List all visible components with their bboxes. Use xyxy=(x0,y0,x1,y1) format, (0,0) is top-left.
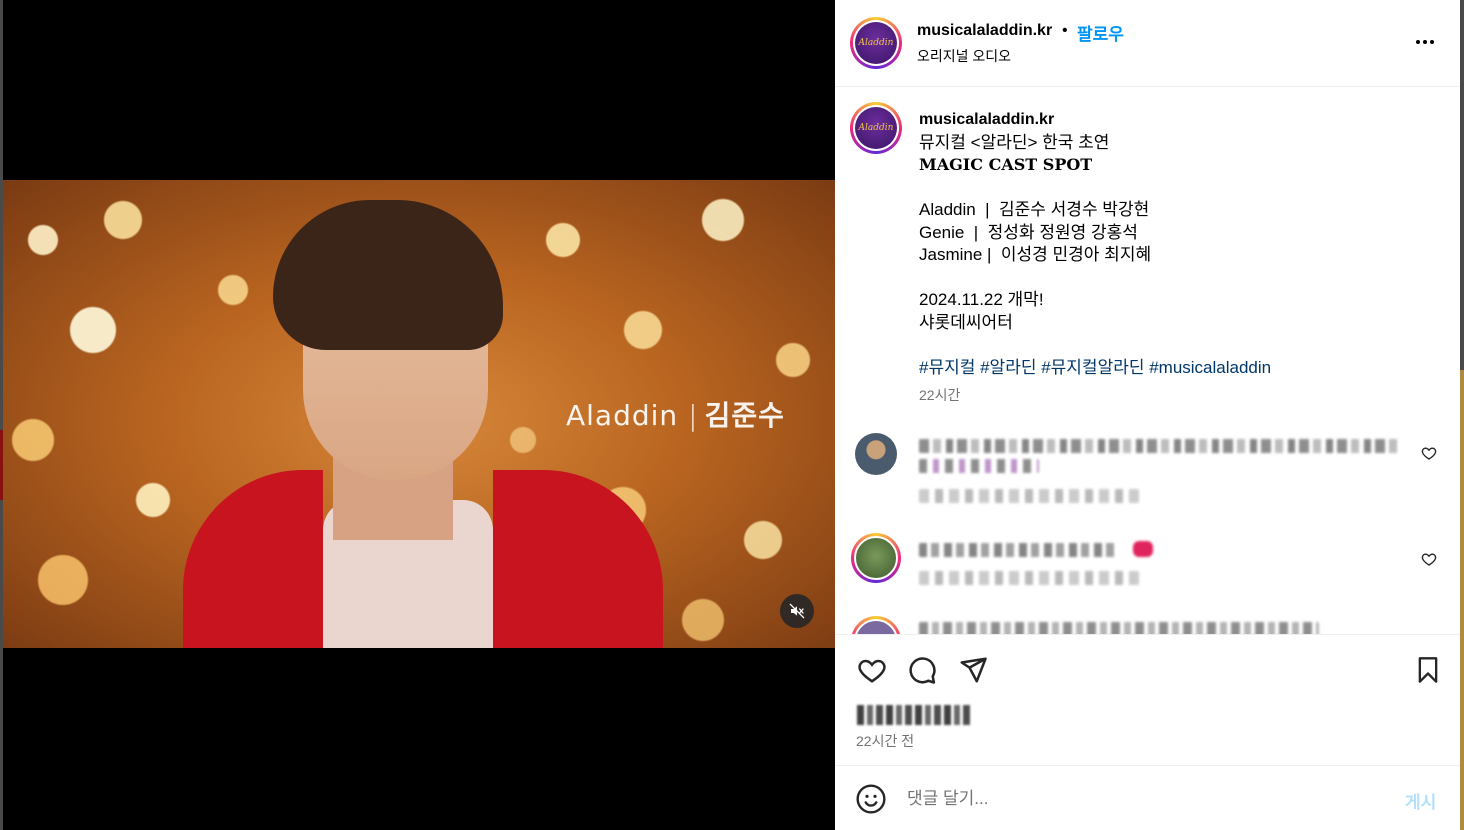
add-comment-bar: 게시 xyxy=(835,765,1460,830)
post-header: Aladdin musicalaladdin.kr • 팔로우 오리지널 오디오 xyxy=(835,0,1460,87)
video-overlay-caption: Aladdin | 김준수 xyxy=(566,394,785,434)
video-overlay-name: 김준수 xyxy=(704,399,785,432)
caption-title: MAGIC CAST SPOT xyxy=(919,155,1093,174)
caption-hashtags[interactable]: #뮤지컬 #알라딘 #뮤지컬알라딘 #musicalaladdin xyxy=(919,358,1271,377)
video-frame[interactable]: Aladdin | 김준수 xyxy=(3,180,835,648)
header-username-link[interactable]: musicalaladdin.kr xyxy=(917,22,1052,40)
comment-like-icon[interactable] xyxy=(1421,551,1437,567)
caption-avatar[interactable]: Aladdin xyxy=(850,102,902,154)
more-dot-icon xyxy=(1430,40,1434,44)
post-caption: musicalaladdin.kr 뮤지컬 <알라딘> 한국 초연 MAGIC … xyxy=(919,108,1439,379)
save-button[interactable] xyxy=(1411,653,1445,687)
commenter-avatar[interactable] xyxy=(851,616,901,634)
commenter-avatar[interactable] xyxy=(851,533,901,583)
original-audio-link[interactable]: 오리지널 오디오 xyxy=(917,46,1011,66)
caption-username-link[interactable]: musicalaladdin.kr xyxy=(919,111,1054,128)
heart-icon xyxy=(858,659,886,683)
commenter-avatar[interactable] xyxy=(855,433,897,475)
bookmark-icon xyxy=(1418,657,1438,683)
obscured-comment-text xyxy=(919,622,1319,634)
smiley-icon[interactable] xyxy=(855,783,887,815)
comment-like-icon[interactable] xyxy=(1421,445,1437,461)
header-separator-dot: • xyxy=(1062,22,1068,39)
obscured-comment-meta xyxy=(919,571,1139,585)
more-options-button[interactable] xyxy=(1410,30,1440,54)
muted-speaker-icon xyxy=(789,603,805,619)
obscured-comment-text xyxy=(919,543,1119,557)
more-dot-icon xyxy=(1423,40,1427,44)
caption-line: 뮤지컬 <알라딘> 한국 초연 xyxy=(919,132,1110,152)
obscured-comment-text xyxy=(919,439,1399,453)
obscured-comment-meta xyxy=(919,489,1139,503)
caption-cast-line: Genie | 정성화 정원영 강홍석 xyxy=(919,222,1138,242)
comment-item xyxy=(851,616,1445,634)
like-button[interactable] xyxy=(855,653,889,687)
more-dot-icon xyxy=(1416,40,1420,44)
aladdin-logo: Aladdin xyxy=(855,22,897,64)
video-scene-hair xyxy=(273,200,503,350)
video-player[interactable]: Aladdin | 김준수 xyxy=(3,0,835,830)
mute-button[interactable] xyxy=(780,594,814,628)
backdrop-edge xyxy=(1460,370,1464,830)
obscured-like-count[interactable] xyxy=(857,705,973,725)
paper-plane-icon xyxy=(960,657,987,683)
obscured-comment-emoji xyxy=(1133,541,1153,557)
comment-input[interactable] xyxy=(907,786,1367,812)
caption-cast-line: Aladdin | 김준수 서경수 박강현 xyxy=(919,200,1150,219)
post-timestamp[interactable]: 22시간 전 xyxy=(856,731,914,751)
post-comment-button[interactable]: 게시 xyxy=(1405,788,1436,813)
comment-item xyxy=(851,533,1445,593)
caption-timestamp[interactable]: 22시간 xyxy=(919,385,960,405)
aladdin-logo: Aladdin xyxy=(855,107,897,149)
profile-avatar[interactable]: Aladdin xyxy=(850,17,902,69)
caption-venue-line: 샤롯데씨어터 xyxy=(919,312,1013,332)
caption-cast-line: Jasmine | 이성경 민경아 최지혜 xyxy=(919,245,1152,264)
video-overlay-role: Aladdin xyxy=(566,399,679,432)
comment-button[interactable] xyxy=(905,653,939,687)
share-button[interactable] xyxy=(956,653,990,687)
post-side-panel: Aladdin musicalaladdin.kr • 팔로우 오리지널 오디오… xyxy=(835,0,1460,830)
post-actions: 22시간 전 xyxy=(835,634,1460,765)
follow-button[interactable]: 팔로우 xyxy=(1077,20,1124,45)
caption-date-line: 2024.11.22 개막! xyxy=(919,290,1044,309)
comment-icon xyxy=(909,657,936,684)
comments-scroll-area[interactable]: Aladdin musicalaladdin.kr 뮤지컬 <알라딘> 한국 초… xyxy=(835,88,1460,634)
comment-item xyxy=(855,433,1445,513)
obscured-comment-text xyxy=(919,459,1039,473)
video-overlay-separator: | xyxy=(688,399,699,432)
